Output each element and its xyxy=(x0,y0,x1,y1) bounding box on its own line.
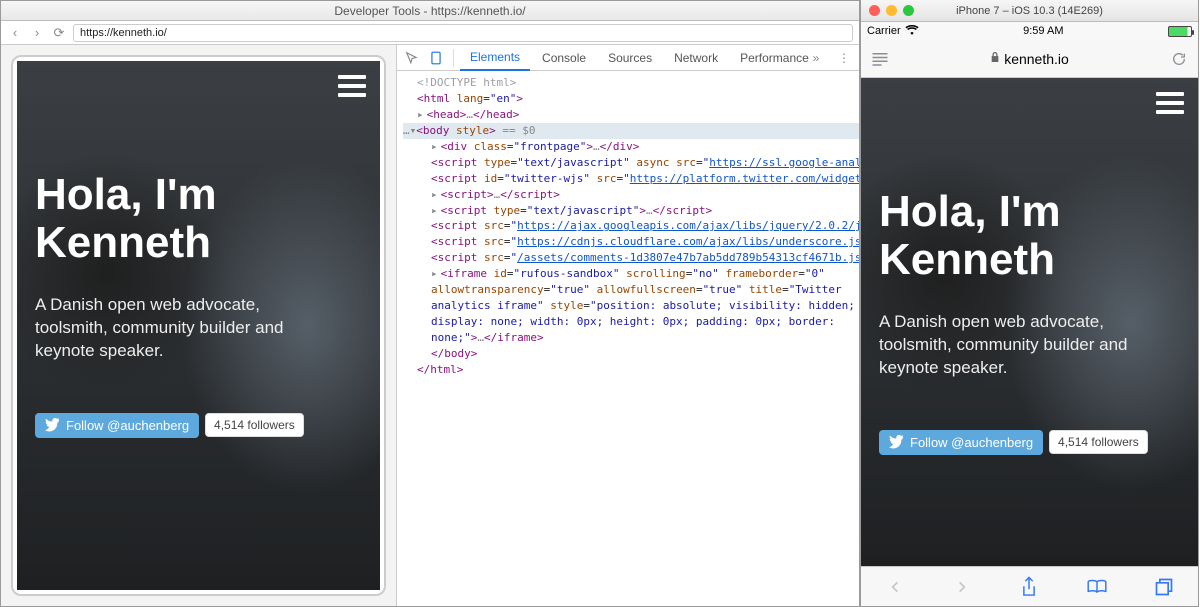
simulator-title: iPhone 7 – iOS 10.3 (14E269) xyxy=(867,5,1192,17)
tab-console[interactable]: Console xyxy=(532,46,596,70)
chevron-left-icon xyxy=(888,578,902,596)
device-icon xyxy=(429,51,443,65)
devtools-window: Developer Tools - https://kenneth.io/ ‹ … xyxy=(0,0,860,607)
toggle-device-toolbar-icon[interactable] xyxy=(425,47,447,69)
maximize-icon[interactable] xyxy=(903,5,914,16)
dom-html-open[interactable]: <html lang="en"> xyxy=(403,91,859,107)
twitter-follow-label: Follow @auchenberg xyxy=(910,435,1033,450)
dom-script-twitter[interactable]: <script id="twitter-wjs" src="https://pl… xyxy=(403,171,859,187)
back-button[interactable]: ‹ xyxy=(7,25,23,41)
share-icon xyxy=(1020,576,1038,598)
chevrons-right-icon: » xyxy=(813,51,820,65)
page-subheading: A Danish open web advocate, toolsmith, c… xyxy=(879,311,1179,380)
panel-toolbar: Elements Console Sources Network Perform… xyxy=(397,45,859,71)
device-screen[interactable]: Hola, I'm Kenneth A Danish open web advo… xyxy=(17,61,380,590)
chevron-right-icon: › xyxy=(35,25,39,40)
ios-simulator-window: iPhone 7 – iOS 10.3 (14E269) Carrier 9:5… xyxy=(860,0,1199,607)
reader-icon xyxy=(871,52,889,66)
safari-forward-button[interactable] xyxy=(949,574,975,600)
reload-button[interactable]: ⟳ xyxy=(51,25,67,41)
dom-script-jquery[interactable]: <script src="https://ajax.googleapis.com… xyxy=(403,218,859,234)
twitter-follow-label: Follow @auchenberg xyxy=(66,418,189,433)
simulator-mac-titlebar: iPhone 7 – iOS 10.3 (14E269) xyxy=(861,0,1198,22)
followers-badge: 4,514 followers xyxy=(1049,430,1148,454)
tabs-icon xyxy=(1154,577,1174,597)
dom-div-frontpage[interactable]: ▸<div class="frontpage">…</div> xyxy=(403,139,859,155)
status-time: 9:59 AM xyxy=(1023,25,1063,37)
reader-button[interactable] xyxy=(869,48,891,70)
cursor-icon xyxy=(405,51,419,65)
dom-script-ga[interactable]: <script type="text/javascript" async src… xyxy=(403,155,859,171)
devtools-panel: Elements Console Sources Network Perform… xyxy=(397,45,859,606)
twitter-follow-row: Follow @auchenberg 4,514 followers xyxy=(879,430,1180,455)
safari-url[interactable]: kenneth.io xyxy=(901,51,1158,67)
dom-iframe-rufous[interactable]: ▸<iframe id="rufous-sandbox" scrolling="… xyxy=(403,266,859,346)
simulator-screen[interactable]: Hola, I'm Kenneth A Danish open web advo… xyxy=(861,78,1198,566)
url-field[interactable] xyxy=(73,24,853,42)
twitter-follow-button[interactable]: Follow @auchenberg xyxy=(879,430,1043,455)
inspect-element-icon[interactable] xyxy=(401,47,423,69)
separator xyxy=(453,49,454,67)
device-preview-pane: Hola, I'm Kenneth A Danish open web advo… xyxy=(1,45,397,606)
close-icon[interactable] xyxy=(869,5,880,16)
forward-button[interactable]: › xyxy=(29,25,45,41)
webpage-content: Hola, I'm Kenneth A Danish open web advo… xyxy=(861,78,1198,566)
safari-tabs-button[interactable] xyxy=(1151,574,1177,600)
panel-menu-icon[interactable]: ⋮ xyxy=(833,47,855,69)
reload-icon: ⟳ xyxy=(54,25,65,41)
page-heading: Hola, I'm Kenneth xyxy=(35,171,335,268)
url-host: kenneth.io xyxy=(1004,51,1069,67)
wifi-icon xyxy=(905,24,919,38)
safari-reload-button[interactable] xyxy=(1168,48,1190,70)
page-subheading: A Danish open web advocate, toolsmith, c… xyxy=(35,294,335,363)
device-frame: Hola, I'm Kenneth A Danish open web advo… xyxy=(11,55,386,596)
dom-script-anon2[interactable]: ▸<script type="text/javascript">…</scrip… xyxy=(403,203,859,219)
lock-icon xyxy=(990,51,1000,66)
twitter-bird-icon xyxy=(45,418,60,433)
followers-badge: 4,514 followers xyxy=(205,413,304,437)
devtools-url-toolbar: ‹ › ⟳ xyxy=(1,21,859,45)
ios-status-bar: Carrier 9:59 AM xyxy=(861,22,1198,40)
devtools-body: Hola, I'm Kenneth A Danish open web advo… xyxy=(1,45,859,606)
safari-bottom-toolbar xyxy=(861,566,1198,606)
battery-icon xyxy=(1168,26,1192,37)
page-heading: Hola, I'm Kenneth xyxy=(879,188,1139,285)
dom-html-close[interactable]: </html> xyxy=(403,362,859,378)
twitter-bird-icon xyxy=(889,435,904,450)
twitter-follow-row: Follow @auchenberg 4,514 followers xyxy=(35,413,362,438)
safari-url-bar: kenneth.io xyxy=(861,40,1198,78)
webpage-content: Hola, I'm Kenneth A Danish open web advo… xyxy=(17,61,380,590)
dom-tree[interactable]: <!DOCTYPE html> <html lang="en"> ▸<head>… xyxy=(397,71,859,606)
hamburger-menu-button[interactable] xyxy=(1156,92,1184,114)
tab-sources[interactable]: Sources xyxy=(598,46,662,70)
safari-back-button[interactable] xyxy=(882,574,908,600)
more-tabs-icon[interactable]: » xyxy=(805,47,827,69)
hamburger-menu-button[interactable] xyxy=(338,75,366,97)
chevron-right-icon xyxy=(955,578,969,596)
chevron-left-icon: ‹ xyxy=(13,25,17,40)
dom-body-close[interactable]: </body> xyxy=(403,346,859,362)
dom-doctype: <!DOCTYPE html> xyxy=(417,76,516,89)
dom-script-underscore[interactable]: <script src="https://cdnjs.cloudflare.co… xyxy=(403,234,859,250)
tab-network[interactable]: Network xyxy=(664,46,728,70)
devtools-window-title: Developer Tools - https://kenneth.io/ xyxy=(1,1,859,21)
carrier-label: Carrier xyxy=(867,25,901,37)
traffic-lights[interactable] xyxy=(869,5,914,16)
minimize-icon[interactable] xyxy=(886,5,897,16)
dom-script-comments[interactable]: <script src="/assets/comments-1d3807e47b… xyxy=(403,250,859,266)
dom-script-anon1[interactable]: ▸<script>…</script> xyxy=(403,187,859,203)
dom-body-selected[interactable]: …▾<body style> == $0 xyxy=(403,123,859,139)
book-icon xyxy=(1086,578,1108,596)
reload-icon xyxy=(1171,51,1187,67)
tab-elements[interactable]: Elements xyxy=(460,45,530,71)
twitter-follow-button[interactable]: Follow @auchenberg xyxy=(35,413,199,438)
dom-head[interactable]: ▸<head>…</head> xyxy=(403,107,859,123)
safari-share-button[interactable] xyxy=(1016,574,1042,600)
kebab-icon: ⋮ xyxy=(838,51,850,65)
safari-bookmarks-button[interactable] xyxy=(1084,574,1110,600)
